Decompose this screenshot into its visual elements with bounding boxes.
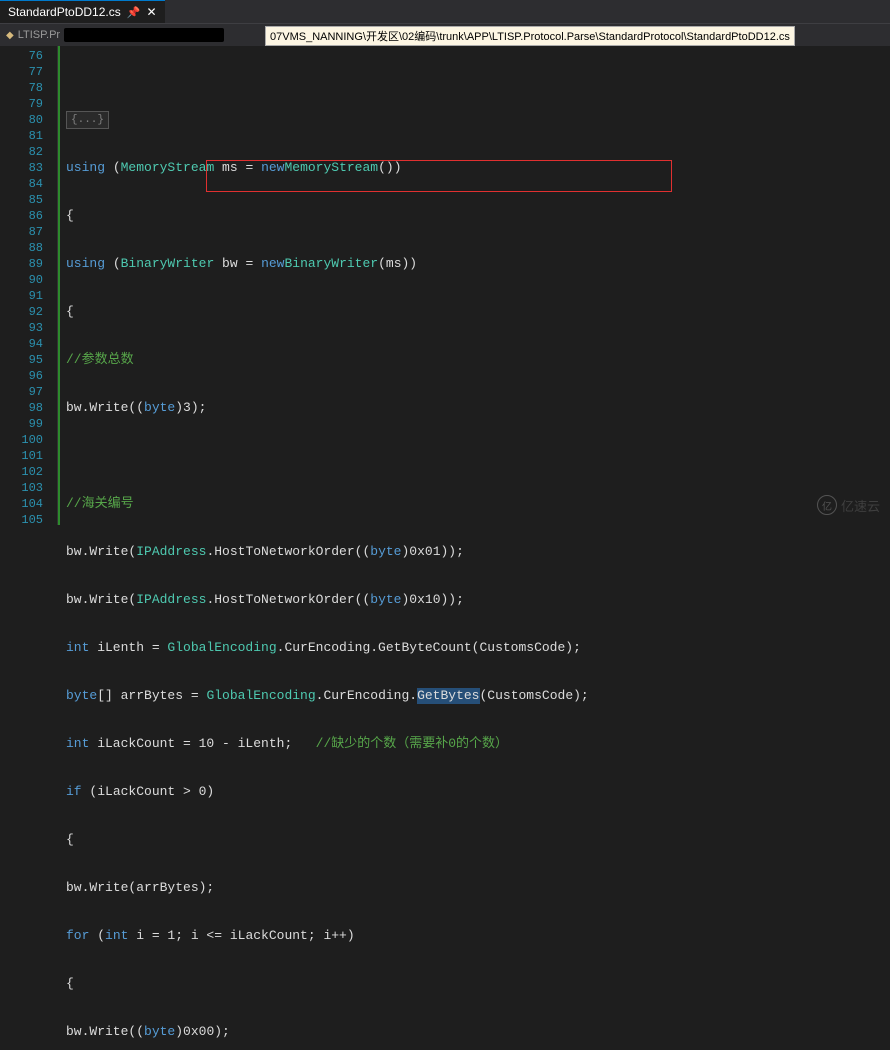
line-number: 100 [0, 432, 43, 448]
line-number: 99 [0, 416, 43, 432]
watermark: 亿 亿速云 [817, 495, 880, 515]
breadcrumb-bar[interactable]: ◆ LTISP.Pr 07VMS_NANNING\开发区\02编码\trunk\… [0, 24, 890, 46]
line-number: 79 [0, 96, 43, 112]
line-number: 94 [0, 336, 43, 352]
code-line: bw.Write(IPAddress.HostToNetworkOrder((b… [66, 544, 890, 560]
line-number: 85 [0, 192, 43, 208]
code-line: { [66, 208, 890, 224]
code-line [66, 448, 890, 464]
code-line: if (iLackCount > 0) [66, 784, 890, 800]
close-icon[interactable]: ✕ [146, 5, 156, 19]
code-line: using (MemoryStream ms = new MemoryStrea… [66, 160, 890, 176]
line-number: 86 [0, 208, 43, 224]
collapsed-region[interactable]: {...} [66, 111, 109, 129]
line-number: 82 [0, 144, 43, 160]
line-number: 90 [0, 272, 43, 288]
code-editor[interactable]: 7677787980818283848586878889909192939495… [0, 46, 890, 525]
line-number-gutter: 7677787980818283848586878889909192939495… [0, 46, 58, 525]
line-number: 78 [0, 80, 43, 96]
code-line: {...} [66, 112, 890, 128]
code-line: { [66, 304, 890, 320]
code-line: bw.Write(IPAddress.HostToNetworkOrder((b… [66, 592, 890, 608]
line-number: 101 [0, 448, 43, 464]
code-line: int iLenth = GlobalEncoding.CurEncoding.… [66, 640, 890, 656]
line-number: 91 [0, 288, 43, 304]
line-number: 83 [0, 160, 43, 176]
code-line: bw.Write(arrBytes); [66, 880, 890, 896]
line-number: 102 [0, 464, 43, 480]
line-number: 89 [0, 256, 43, 272]
watermark-text: 亿速云 [841, 496, 880, 515]
path-tooltip: 07VMS_NANNING\开发区\02编码\trunk\APP\LTISP.P… [265, 26, 795, 46]
line-number: 77 [0, 64, 43, 80]
code-line: { [66, 976, 890, 992]
line-number: 80 [0, 112, 43, 128]
selected-text: GetBytes [417, 688, 479, 704]
breadcrumb-namespace: LTISP.Pr [18, 29, 60, 41]
code-line: int iLackCount = 10 - iLenth; //缺少的个数（需要… [66, 736, 890, 752]
line-number: 98 [0, 400, 43, 416]
line-number: 88 [0, 240, 43, 256]
file-tab[interactable]: StandardPtoDD12.cs 📌 ✕ [0, 0, 165, 23]
tab-filename: StandardPtoDD12.cs [8, 5, 121, 19]
line-number: 96 [0, 368, 43, 384]
line-number: 95 [0, 352, 43, 368]
code-line: //海关编号 [66, 496, 890, 512]
code-line: bw.Write((byte)3); [66, 400, 890, 416]
line-number: 84 [0, 176, 43, 192]
code-area[interactable]: {...} using (MemoryStream ms = new Memor… [58, 46, 890, 525]
line-number: 92 [0, 304, 43, 320]
breadcrumb-redacted [64, 28, 224, 42]
watermark-icon: 亿 [817, 495, 837, 515]
line-number: 93 [0, 320, 43, 336]
code-line: using (BinaryWriter bw = new BinaryWrite… [66, 256, 890, 272]
code-line: { [66, 832, 890, 848]
code-line: byte[] arrBytes = GlobalEncoding.CurEnco… [66, 688, 890, 704]
line-number: 76 [0, 48, 43, 64]
line-number: 97 [0, 384, 43, 400]
line-number: 105 [0, 512, 43, 528]
namespace-icon: ◆ [6, 30, 14, 41]
tab-bar: StandardPtoDD12.cs 📌 ✕ [0, 0, 890, 24]
code-line: bw.Write((byte)0x00); [66, 1024, 890, 1040]
pin-icon[interactable]: 📌 [127, 6, 141, 19]
line-number: 81 [0, 128, 43, 144]
code-line: //参数总数 [66, 352, 890, 368]
code-line: for (int i = 1; i <= iLackCount; i++) [66, 928, 890, 944]
line-number: 103 [0, 480, 43, 496]
line-number: 104 [0, 496, 43, 512]
line-number: 87 [0, 224, 43, 240]
